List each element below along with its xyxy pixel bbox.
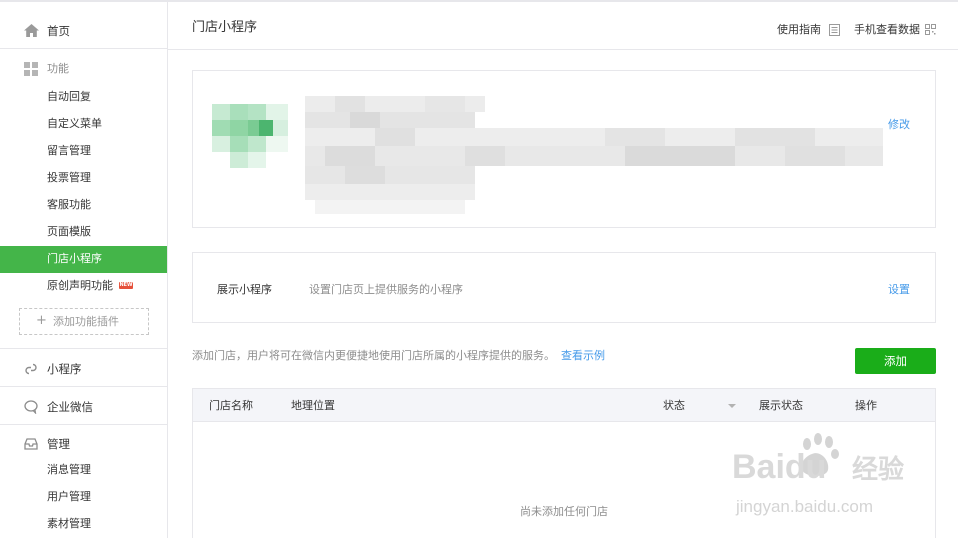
sidebar-divider <box>0 386 167 387</box>
sidebar-item-label: 客服功能 <box>47 198 91 211</box>
sidebar-group-label: 功能 <box>47 62 69 75</box>
sidebar-item-page-templates[interactable]: 页面模版 <box>0 219 167 246</box>
watermark-brand: Baidu <box>732 448 826 486</box>
column-status[interactable]: 状态 <box>663 399 685 413</box>
header-divider <box>168 49 958 50</box>
sidebar-item-label: 门店小程序 <box>47 252 102 265</box>
document-icon[interactable] <box>829 24 840 36</box>
sidebar-item-label: 素材管理 <box>47 517 91 530</box>
sidebar-divider <box>0 348 167 349</box>
baidu-jingyan-watermark: Baidu 经验 jingyan.baidu.com <box>732 433 904 516</box>
mobile-data-link[interactable]: 手机查看数据 <box>854 23 920 37</box>
add-plugin-label: 添加功能插件 <box>53 315 119 328</box>
page-title: 门店小程序 <box>192 20 258 35</box>
miniprogram-setting-card <box>192 252 936 323</box>
add-store-button[interactable]: 添加 <box>855 348 936 374</box>
add-plugin-button[interactable]: + 添加功能插件 <box>19 308 149 335</box>
sidebar-item-message-manage[interactable]: 消息管理 <box>0 457 167 484</box>
sidebar-item-user-manage[interactable]: 用户管理 <box>0 484 167 511</box>
sidebar-item-label: 小程序 <box>47 362 82 376</box>
sidebar-item-label: 留言管理 <box>47 144 91 157</box>
watermark-brand-suffix: 经验 <box>852 454 904 484</box>
sidebar-item-custom-menu[interactable]: 自定义菜单 <box>0 111 167 138</box>
sidebar: 首页 功能 自动回复 自定义菜单 留言管理 投票管理 客服功能 页面模版 门店小… <box>0 2 168 538</box>
sidebar-item-material-manage[interactable]: 素材管理 <box>0 511 167 538</box>
sidebar-divider <box>0 424 167 425</box>
usage-guide-link[interactable]: 使用指南 <box>777 23 821 37</box>
caret-down-icon[interactable] <box>728 404 736 408</box>
table-header: 门店名称 地理位置 状态 展示状态 操作 <box>193 389 935 422</box>
sidebar-item-label: 原创声明功能 <box>47 279 113 292</box>
column-store-name: 门店名称 <box>209 399 253 412</box>
sidebar-item-auto-reply[interactable]: 自动回复 <box>0 84 167 111</box>
view-example-link[interactable]: 查看示例 <box>561 349 605 362</box>
sidebar-item-home[interactable]: 首页 <box>0 2 167 49</box>
miniprogram-setting-link[interactable]: 设置 <box>888 283 910 297</box>
sidebar-item-label: 自动回复 <box>47 90 91 103</box>
new-badge: NEW <box>119 282 133 289</box>
column-actions: 操作 <box>855 399 877 412</box>
plus-icon: + <box>36 313 47 328</box>
sidebar-item-label: 页面模版 <box>47 225 91 238</box>
sidebar-item-store-miniprogram[interactable]: 门店小程序 <box>0 246 167 273</box>
store-notice-text: 添加门店，用户将可在微信内更便捷地使用门店所属的小程序提供的服务。 <box>192 349 555 362</box>
sidebar-item-label: 投票管理 <box>47 171 91 184</box>
inbox-icon <box>24 438 38 450</box>
sidebar-item-votes[interactable]: 投票管理 <box>0 165 167 192</box>
sidebar-item-customer-service[interactable]: 客服功能 <box>0 192 167 219</box>
home-icon <box>24 24 39 37</box>
sidebar-item-miniprogram[interactable]: 小程序 <box>0 360 167 380</box>
chat-bubble-icon <box>24 400 38 414</box>
sidebar-group-label: 管理 <box>47 437 70 451</box>
sidebar-item-original-declaration[interactable]: 原创声明功能 NEW <box>0 273 167 300</box>
column-location: 地理位置 <box>291 399 335 412</box>
edit-profile-link[interactable]: 修改 <box>888 118 910 132</box>
sidebar-item-comments[interactable]: 留言管理 <box>0 138 167 165</box>
blurred-avatar <box>212 104 290 168</box>
watermark-url: jingyan.baidu.com <box>735 497 873 516</box>
sidebar-group-function: 功能 <box>0 60 167 80</box>
grid-icon <box>24 62 38 76</box>
sidebar-item-label: 首页 <box>47 24 70 38</box>
sidebar-group-manage: 管理 <box>0 435 167 455</box>
qrcode-icon[interactable] <box>925 24 936 35</box>
sidebar-item-label: 自定义菜单 <box>47 117 102 130</box>
sidebar-item-label: 企业微信 <box>47 400 93 414</box>
store-notice: 添加门店，用户将可在微信内更便捷地使用门店所属的小程序提供的服务。 查看示例 <box>192 349 605 363</box>
link-icon <box>25 363 37 375</box>
sidebar-item-label: 消息管理 <box>47 463 91 476</box>
column-display-status: 展示状态 <box>759 399 803 412</box>
miniprogram-setting-label: 展示小程序 <box>217 283 272 296</box>
miniprogram-setting-description: 设置门店页上提供服务的小程序 <box>309 283 463 296</box>
blurred-store-info <box>305 96 885 216</box>
sidebar-item-label: 用户管理 <box>47 490 91 503</box>
sidebar-item-enterprise-wechat[interactable]: 企业微信 <box>0 398 167 418</box>
